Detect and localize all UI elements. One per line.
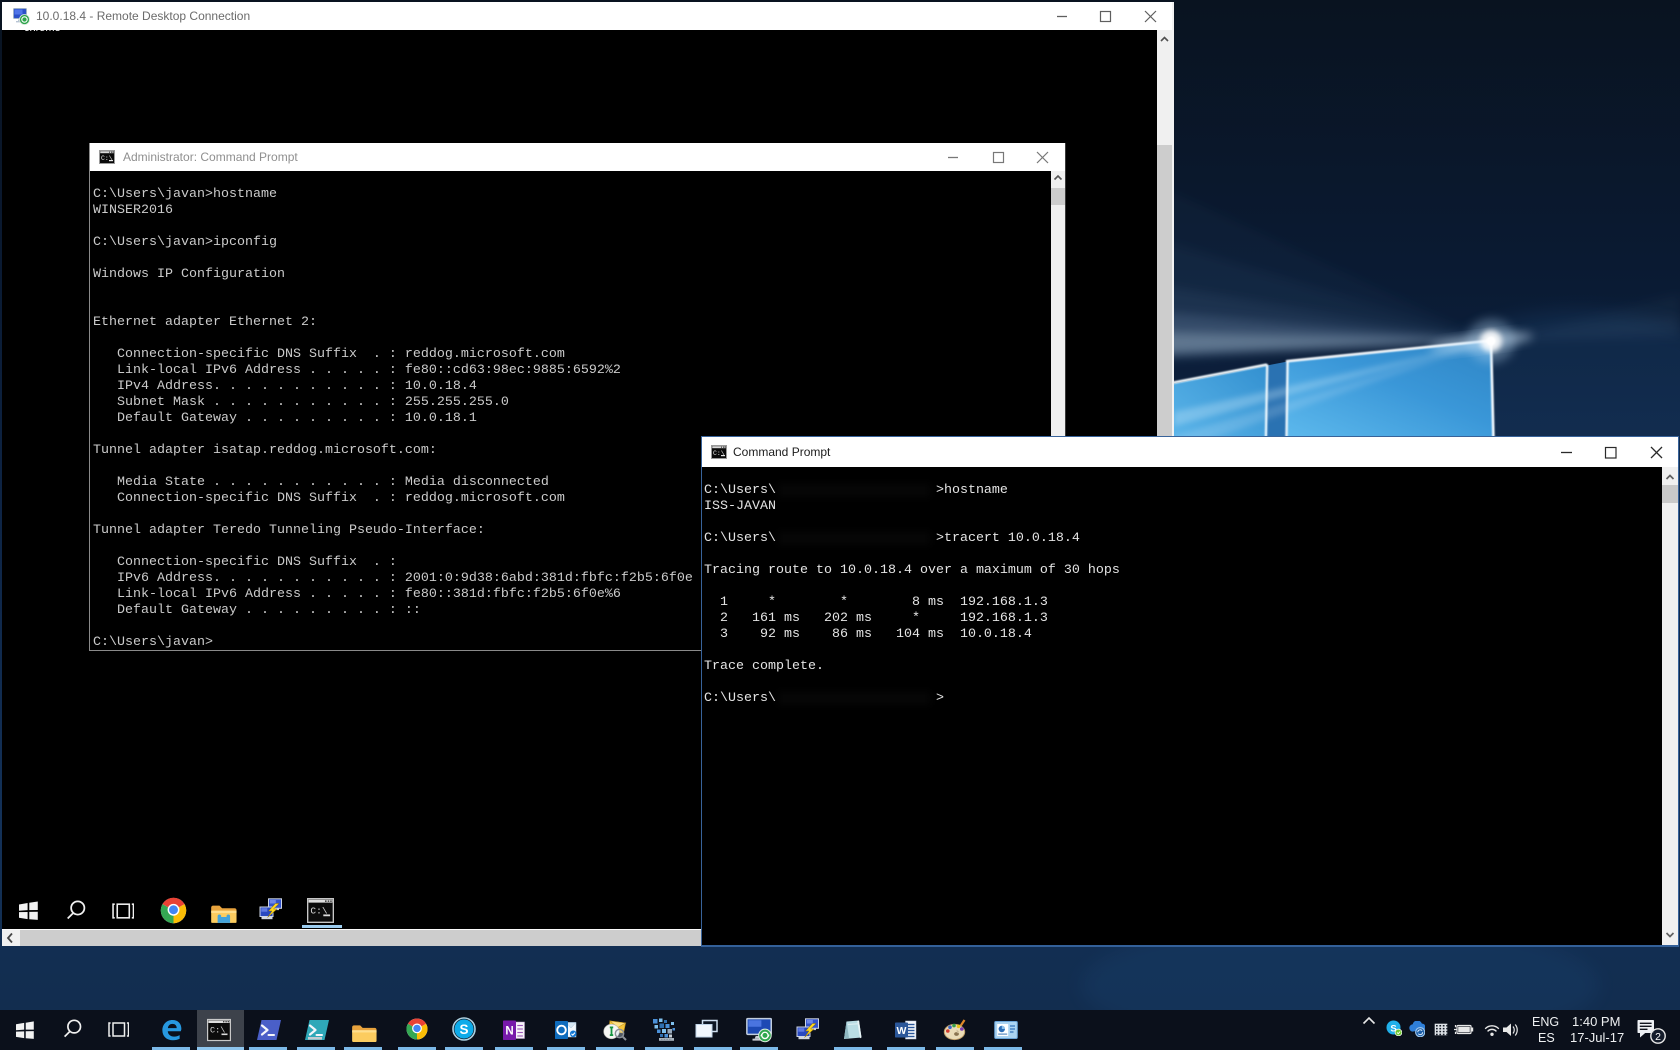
svg-text:W: W — [897, 1025, 907, 1037]
svg-text:S: S — [459, 1022, 468, 1037]
svg-text:2: 2 — [1655, 1031, 1661, 1043]
svg-text:N: N — [505, 1026, 513, 1038]
